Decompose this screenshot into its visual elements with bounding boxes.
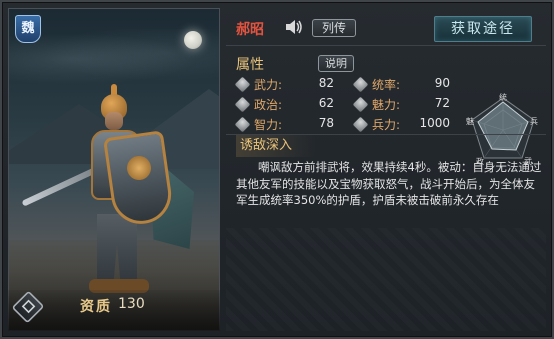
speaker-icon[interactable] <box>284 18 304 36</box>
charm-icon <box>352 96 369 113</box>
attributes-section: 属性 说明 武力: 82 统率: 90 政治: 62 魅力: 72 智力: 78 <box>226 48 546 166</box>
quality-value: 130 <box>118 296 145 312</box>
stat-label: 统率: <box>372 78 401 92</box>
stat-label: 兵力: <box>372 118 401 132</box>
radar-label-charm: 魅 <box>466 116 474 126</box>
stat-charm: 魅力: 72 <box>352 96 454 114</box>
decorative-background <box>226 228 546 331</box>
banner-icon <box>352 76 369 93</box>
hero-portrait: 魏 <box>8 8 220 331</box>
stat-label: 武力: <box>254 78 283 92</box>
biography-button[interactable]: 列传 <box>312 19 356 37</box>
hero-name: 郝昭 <box>236 22 264 38</box>
stat-value: 72 <box>434 96 450 110</box>
stat-value: 82 <box>318 76 334 90</box>
attributes-title: 属性 <box>236 57 264 73</box>
troops-icon <box>352 116 369 133</box>
legs <box>97 214 137 289</box>
stat-value: 78 <box>318 116 334 130</box>
stat-politics: 政治: 62 <box>234 96 336 114</box>
book-icon <box>234 116 251 133</box>
stat-value: 62 <box>318 96 334 110</box>
stat-label: 智力: <box>254 118 283 132</box>
stat-label: 魅力: <box>372 98 401 112</box>
faction-badge: 魏 <box>15 15 41 43</box>
scroll-icon <box>234 96 251 113</box>
radar-label-command: 统 <box>499 92 507 102</box>
skill-description: 嘲讽敌方前排武将，效果持续4秒。被动：自身无法通过其他友军的技能以及宝物获取怒气… <box>236 160 542 207</box>
hero-figure <box>21 84 199 294</box>
face <box>105 112 123 130</box>
skill-section: 诱敌深入 嘲讽敌方前排武将，效果持续4秒。被动：自身无法通过其他友军的技能以及宝… <box>226 134 546 214</box>
stat-force: 武力: 82 <box>234 76 336 94</box>
stat-value: 1000 <box>419 116 450 130</box>
quality-label: 资质 <box>80 299 112 315</box>
stat-value: 90 <box>434 76 450 90</box>
acquire-method-button[interactable]: 获取途径 <box>434 16 532 42</box>
skill-name: 诱敌深入 <box>236 135 316 157</box>
explain-button[interactable]: 说明 <box>318 55 354 72</box>
moon <box>184 31 202 49</box>
stat-intelligence: 智力: 78 <box>234 116 336 134</box>
info-panel: 郝昭 列传 获取途径 属性 说明 武力: 82 统率: 90 政治: 62 魅力 <box>226 8 546 331</box>
stat-troops: 兵力: 1000 <box>352 116 454 134</box>
header-bar: 郝昭 列传 获取途径 <box>226 8 546 46</box>
radar-label-troops: 兵 <box>530 116 538 126</box>
sword <box>21 167 97 207</box>
sword-icon <box>234 76 251 93</box>
stat-command: 统率: 90 <box>352 76 454 94</box>
stat-label: 政治: <box>254 98 283 112</box>
